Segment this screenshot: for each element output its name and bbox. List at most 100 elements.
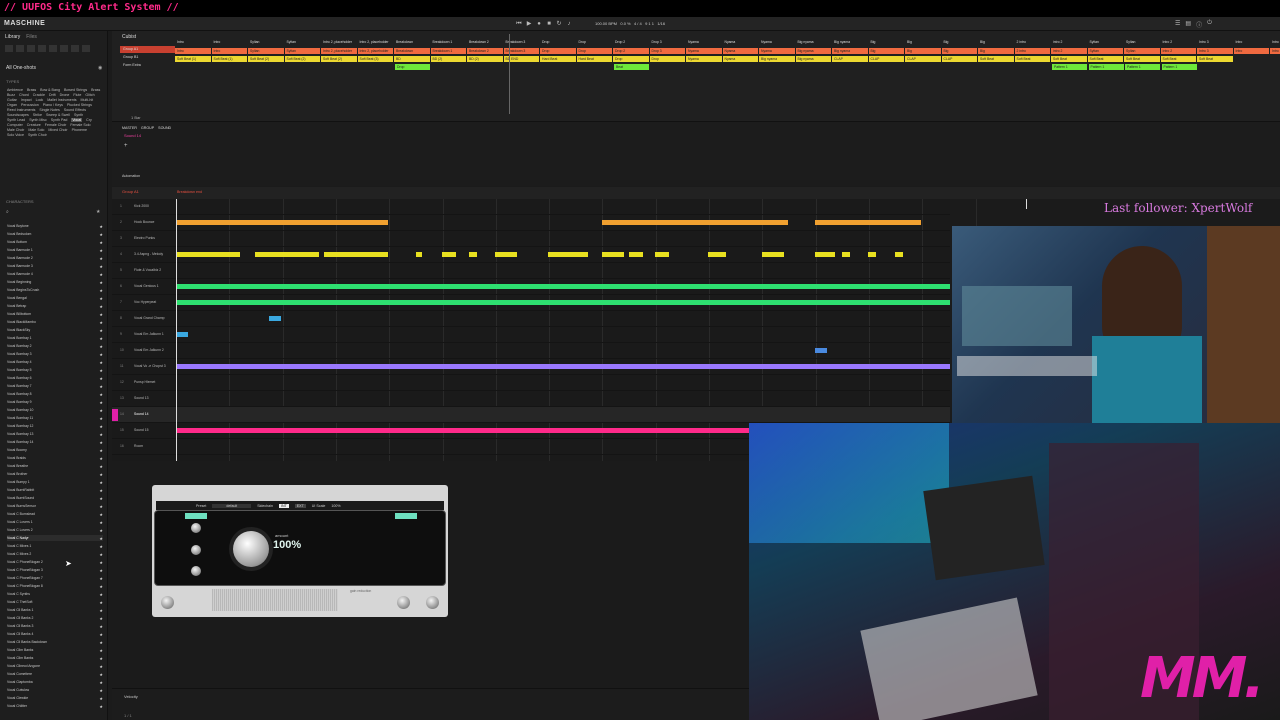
list-item[interactable]: Vocal C PhoneBlogan 3 ★ [7, 567, 103, 573]
type-tag[interactable]: Mallet Instruments [47, 98, 76, 102]
arranger-section[interactable]: Nyama [686, 39, 722, 45]
pattern-icon[interactable] [60, 45, 68, 52]
arranger-section[interactable]: Intro [1233, 48, 1269, 54]
star-icon[interactable]: ★ [99, 552, 103, 557]
pattern-lane[interactable]: 6 Vocal Genious 1 [112, 279, 950, 295]
list-item[interactable]: Vocal Betrap ★ [7, 303, 103, 309]
lane-name[interactable]: Flute & Vocalbiz 2 [134, 268, 161, 272]
star-icon[interactable]: ★ [99, 336, 103, 341]
list-item[interactable]: Vocal C Nadyr ★ [7, 535, 103, 541]
star-icon[interactable]: ★ [99, 328, 103, 333]
type-tag[interactable]: Creature [27, 123, 41, 127]
note[interactable] [469, 252, 477, 257]
arranger-section[interactable]: Hard Beat [540, 56, 576, 62]
arranger-section[interactable]: Big nyama [759, 56, 795, 62]
note[interactable] [602, 220, 788, 225]
star-icon[interactable]: ★ [99, 624, 103, 629]
lane-name[interactable]: Room [134, 444, 143, 448]
star-icon[interactable]: ★ [99, 288, 103, 293]
list-item[interactable]: Vocal Bombay 7 ★ [7, 383, 103, 389]
arranger-section[interactable]: Soft Beat [1160, 56, 1196, 62]
rewind-icon[interactable]: ⏮ [516, 21, 522, 27]
release-knob[interactable] [191, 545, 201, 555]
arranger-section[interactable]: Soft Beat (2) [284, 56, 320, 62]
arranger-section[interactable]: BD (2) [430, 56, 466, 62]
list-item[interactable]: Vocal BurnsSensor ★ [7, 503, 103, 509]
type-tag[interactable]: Lock [36, 98, 44, 102]
pattern-lane[interactable]: 7 Voc Hyperpeat [112, 295, 950, 311]
search-icon[interactable]: ⌕ [6, 209, 9, 215]
lane-name[interactable]: Punsp Hlemet [134, 380, 155, 384]
star-icon[interactable]: ★ [99, 224, 103, 229]
star-icon[interactable]: ★ [99, 416, 103, 421]
pattern-lane[interactable]: 13 Sound 13 [112, 391, 950, 407]
star-icon[interactable]: ★ [99, 424, 103, 429]
star-icon[interactable]: ★ [99, 304, 103, 309]
list-item[interactable]: Vocal Cll Banks 2 ★ [7, 615, 103, 621]
star-icon[interactable]: ★ [99, 448, 103, 453]
arranger-section[interactable]: Syltan [248, 48, 284, 54]
star-icon[interactable]: ★ [99, 400, 103, 405]
note[interactable] [176, 364, 950, 369]
pattern-lane[interactable]: 12 Punsp Hlemet [112, 375, 950, 391]
instrument-icon[interactable] [16, 45, 24, 52]
lane-name[interactable]: Electro Punks [134, 236, 155, 240]
arranger-section[interactable]: CLAP [941, 56, 977, 62]
arranger-section[interactable]: BD (2) [467, 56, 503, 62]
type-tag[interactable]: Synth Misc [29, 118, 47, 122]
tab-files[interactable]: Files [26, 34, 37, 40]
list-item[interactable]: Vocal Bombay 13 ★ [7, 431, 103, 437]
star-icon[interactable]: ★ [99, 584, 103, 589]
star-icon[interactable]: ★ [99, 680, 103, 685]
arranger-section[interactable]: Big nyama [832, 48, 868, 54]
pattern-lane[interactable]: 3 Electro Punks [112, 231, 950, 247]
type-tag[interactable]: Reed Instruments [7, 108, 35, 112]
type-tag[interactable]: Female Solo [70, 123, 90, 127]
type-tag[interactable]: Buzz [7, 93, 15, 97]
note[interactable] [655, 252, 669, 257]
arranger-section[interactable]: intro 2 [1051, 48, 1087, 54]
star-icon[interactable]: ★ [99, 504, 103, 509]
note[interactable] [176, 252, 240, 257]
arranger-section[interactable]: Drop [649, 56, 685, 62]
arranger-section[interactable]: Big nyama [796, 39, 832, 45]
type-tag[interactable]: Synth Pad [51, 118, 68, 122]
list-item[interactable]: Vocal C Lovers 1 ★ [7, 519, 103, 525]
star-icon[interactable]: ★ [99, 440, 103, 445]
arranger-section[interactable]: Intro 2 [1160, 48, 1196, 54]
type-tag[interactable]: Impact [21, 98, 32, 102]
arranger-section[interactable]: CLAP [905, 56, 941, 62]
oneshot-icon[interactable] [49, 45, 57, 52]
note[interactable] [815, 348, 827, 353]
arranger-section[interactable]: Intro [1234, 39, 1270, 45]
type-tag[interactable]: Synth Lead [7, 118, 25, 122]
list-item[interactable]: Vocal Boytone ★ [7, 223, 103, 229]
arranger-section[interactable]: Pattern 1 [1161, 64, 1197, 70]
arranger-section[interactable]: Drop [540, 39, 576, 45]
star-icon[interactable]: ★ [99, 544, 103, 549]
bar-length[interactable]: 1 Bar [131, 115, 141, 120]
list-item[interactable]: Vocal Bombay 14 ★ [7, 439, 103, 445]
type-tag[interactable]: Male Choir [7, 128, 24, 132]
arranger-section[interactable]: Hard Beat [576, 56, 612, 62]
lane-name[interactable]: 3.4 Aspng - Melody [134, 252, 163, 256]
note[interactable] [815, 252, 835, 257]
arranger-section[interactable]: Soft Beat (3) [357, 56, 393, 62]
type-tag[interactable]: Chord [19, 93, 29, 97]
type-tag[interactable]: Sound Effects [64, 108, 86, 112]
arranger-section[interactable]: Pattern 1 [1088, 64, 1124, 70]
list-item[interactable]: Vocal C PhoneBlogan 7 ★ [7, 575, 103, 581]
type-tag[interactable]: Ambience [7, 88, 23, 92]
pattern-lane[interactable]: 11 Vocal Vo -e Chopst 3 [112, 359, 950, 375]
star-icon[interactable]: ★ [99, 368, 103, 373]
list-item[interactable]: Vocal Barmode 2 ★ [7, 255, 103, 261]
list-item[interactable]: Vocal Breathe ★ [7, 463, 103, 469]
arranger-section[interactable]: Big nyama [795, 48, 831, 54]
type-tag[interactable]: Brass [27, 88, 36, 92]
type-tag[interactable]: Guitar [7, 98, 17, 102]
type-tag[interactable]: Crackle [33, 93, 45, 97]
note[interactable] [762, 252, 784, 257]
arranger-section[interactable]: Intro [211, 48, 247, 54]
pattern-lane[interactable]: 10 Vocal Em Jalkunn 2 [112, 343, 950, 359]
type-tag[interactable]: Brass [91, 88, 100, 92]
